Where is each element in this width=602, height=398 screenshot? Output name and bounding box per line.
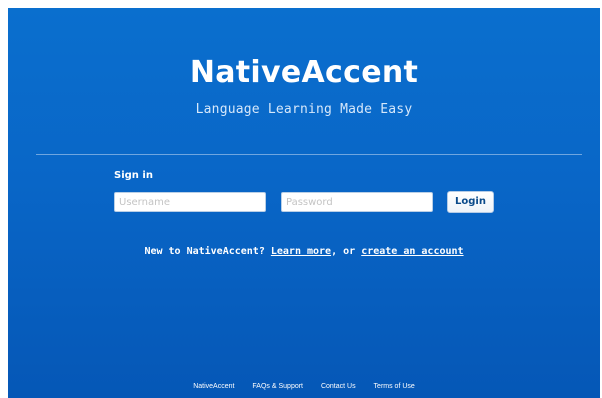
create-account-link[interactable]: create an account xyxy=(361,246,463,257)
brand-logo: NativeAccent xyxy=(189,55,419,90)
login-page: NativeAccent Language Learning Made Easy… xyxy=(8,8,600,398)
tagline: Language Learning Made Easy xyxy=(195,102,413,117)
password-input[interactable] xyxy=(281,192,433,212)
signup-prompt-prefix: New to NativeAccent? xyxy=(144,246,271,257)
footer-link-faqs-support[interactable]: FAQs & Support xyxy=(252,383,303,390)
signup-prompt-middle: , or xyxy=(331,246,362,257)
footer-link-terms-of-use[interactable]: Terms of Use xyxy=(374,383,415,390)
footer-link-nativeaccent[interactable]: NativeAccent xyxy=(193,383,234,390)
footer-link-contact-us[interactable]: Contact Us xyxy=(321,383,356,390)
divider xyxy=(36,154,582,155)
signup-prompt: New to NativeAccent? Learn more, or crea… xyxy=(8,246,600,257)
username-input[interactable] xyxy=(114,192,266,212)
learn-more-link[interactable]: Learn more xyxy=(271,246,331,257)
footer: NativeAccent FAQs & Support Contact Us T… xyxy=(8,383,600,390)
signin-heading: Sign in xyxy=(114,170,153,181)
login-button[interactable]: Login xyxy=(447,191,494,213)
